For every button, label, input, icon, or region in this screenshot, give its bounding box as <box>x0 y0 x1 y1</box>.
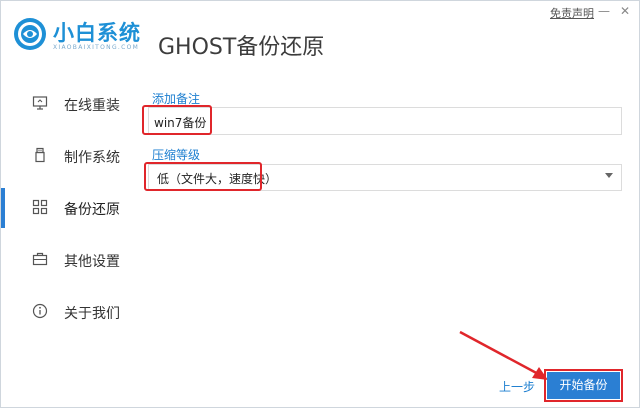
sidebar-item-label: 备份还原 <box>64 202 120 218</box>
disclaimer-link[interactable]: 免责声明 <box>550 5 594 21</box>
minimize-button[interactable]: — <box>597 4 611 18</box>
page-title: GHOST备份还原 <box>158 35 325 60</box>
sidebar-item-label: 在线重装 <box>64 98 120 114</box>
backup-grid-icon <box>32 199 48 215</box>
briefcase-icon <box>32 252 48 266</box>
compress-level-value: 低（文件大，速度快） <box>157 172 278 186</box>
close-button[interactable]: ✕ <box>618 4 632 18</box>
sidebar-item-backup-restore[interactable]: 备份还原 <box>1 188 141 228</box>
info-icon <box>32 303 48 319</box>
annotation-arrow-icon <box>459 330 548 380</box>
sidebar-item-online-install[interactable]: 在线重装 <box>1 84 141 124</box>
sidebar-item-label: 关于我们 <box>64 306 120 322</box>
usb-drive-icon <box>35 147 45 163</box>
remark-input[interactable] <box>154 112 454 132</box>
start-backup-button[interactable]: 开始备份 <box>547 372 620 399</box>
monitor-icon <box>32 96 48 110</box>
brand-name: 小白系统 <box>53 21 141 45</box>
active-indicator <box>1 188 5 228</box>
app-window: 小白系统 XIAOBAIXITONG.COM GHOST备份还原 免责声明 — … <box>0 0 640 408</box>
sidebar-item-make-system[interactable]: 制作系统 <box>1 136 141 176</box>
sidebar-item-other-settings[interactable]: 其他设置 <box>1 240 141 280</box>
sidebar-item-about-us[interactable]: 关于我们 <box>1 292 141 332</box>
remark-field[interactable] <box>148 107 622 135</box>
previous-step-link[interactable]: 上一步 <box>499 378 535 395</box>
remark-label: 添加备注 <box>152 92 201 106</box>
sidebar-item-label: 其他设置 <box>64 254 120 270</box>
compress-level-label: 压缩等级 <box>152 148 201 162</box>
sidebar-nav: 在线重装 制作系统 备份还原 其他设置 关于我们 <box>1 79 141 379</box>
compress-level-select[interactable]: 低（文件大，速度快） <box>148 164 622 191</box>
logo-icon <box>14 18 46 50</box>
chevron-down-icon[interactable] <box>605 173 613 178</box>
brand-subtitle: XIAOBAIXITONG.COM <box>53 44 140 51</box>
sidebar-item-label: 制作系统 <box>64 150 120 166</box>
